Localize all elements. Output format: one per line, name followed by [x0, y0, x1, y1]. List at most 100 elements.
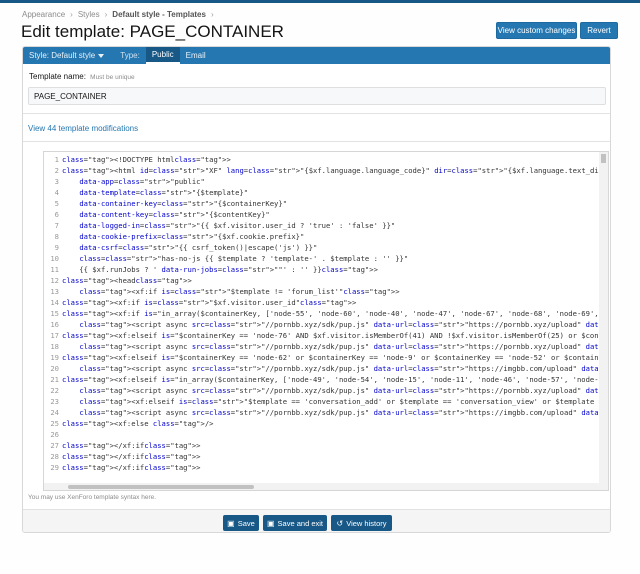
save-icon: ▣: [266, 518, 275, 528]
breadcrumb-separator-icon: ›: [210, 10, 214, 19]
line-number: 26: [50, 430, 59, 439]
breadcrumb-item-styles[interactable]: Styles: [78, 10, 100, 19]
line-number: 10: [50, 254, 59, 263]
line-number: 16: [50, 320, 59, 329]
line-number: 28: [50, 452, 59, 461]
code-line[interactable]: 23 class="tag"><xf:elseif is=class="str"…: [44, 396, 608, 407]
code-text: class="tag"><xf:else class="tag">/>: [62, 419, 214, 428]
code-text: class="tag"><xf:elseif is=class="str">"$…: [79, 397, 607, 406]
code-line[interactable]: 11 {{ $xf.runJobs ? ' data-run-jobs=clas…: [44, 264, 608, 275]
code-text: class="tag"><script async src=class="str…: [79, 342, 608, 351]
code-line[interactable]: 26: [44, 429, 608, 440]
code-line[interactable]: 17 class="tag"><xf:elseif is="$containerK…: [44, 330, 608, 341]
view-history-label: View history: [346, 518, 387, 528]
code-line[interactable]: 29 class="tag"></xf:ifclass="tag">>: [44, 462, 608, 473]
line-number: 4: [54, 188, 59, 197]
line-number: 11: [50, 265, 59, 274]
revert-button[interactable]: Revert: [580, 22, 618, 39]
line-number: 8: [54, 232, 59, 241]
horizontal-scroll-thumb[interactable]: [68, 485, 254, 489]
line-number: 1: [54, 155, 59, 164]
line-number: 25: [50, 419, 59, 428]
code-text: data-logged-in=class="str">"{{ $xf.visit…: [79, 221, 396, 230]
template-name-hint: Must be unique: [90, 74, 135, 81]
code-text: {{ $xf.runJobs ? ' data-run-jobs=class="…: [62, 265, 378, 274]
code-line[interactable]: 8 data-cookie-prefix=class="str">"{$xf.c…: [44, 231, 608, 242]
code-text: class="tag"><xf:if is=class="str">"$temp…: [79, 287, 400, 296]
line-number: 23: [50, 397, 59, 406]
code-text: class="tag"><headclass="tag">>: [62, 276, 192, 285]
code-line[interactable]: 13 class="tag"><xf:if is=class="str">"$t…: [44, 286, 608, 297]
line-number: 3: [54, 177, 59, 186]
history-icon: ↺: [336, 518, 344, 528]
code-line[interactable]: 2 class="tag"><html id=class="str">"XF" l…: [44, 165, 608, 176]
view-history-button[interactable]: ↺ View history: [331, 515, 392, 531]
template-edit-panel: Style: Default style Type: Public Email …: [22, 46, 611, 533]
code-text: class="tag"><script async src=class="str…: [79, 364, 608, 373]
code-line[interactable]: 20 class="tag"><script async src=class="…: [44, 363, 608, 374]
code-line[interactable]: 3 data-app=class="str">"public": [44, 176, 608, 187]
view-custom-changes-button[interactable]: View custom changes: [496, 22, 577, 39]
tab-public[interactable]: Public: [145, 47, 180, 64]
line-number: 15: [50, 309, 59, 318]
line-number: 24: [50, 408, 59, 417]
line-number: 29: [50, 463, 59, 472]
type-label: Type:: [120, 51, 140, 60]
line-number: 22: [50, 386, 59, 395]
tab-email[interactable]: Email: [180, 47, 212, 64]
code-line[interactable]: 16 class="tag"><script async src=class="…: [44, 319, 608, 330]
style-selector-label: Style: Default style: [29, 51, 96, 60]
line-number: 19: [50, 353, 59, 362]
code-line[interactable]: 15 class="tag"><xf:if is="in_array($conta…: [44, 308, 608, 319]
save-icon: ▣: [227, 518, 235, 528]
view-modifications-link[interactable]: View 44 template modifications: [28, 124, 138, 133]
code-line[interactable]: 7 data-logged-in=class="str">"{{ $xf.vis…: [44, 220, 608, 231]
template-name-input[interactable]: PAGE_CONTAINER: [28, 87, 606, 105]
vertical-scrollbar[interactable]: [599, 152, 608, 490]
line-number: 27: [50, 441, 59, 450]
code-line[interactable]: 18 class="tag"><script async src=class="…: [44, 341, 608, 352]
save-button[interactable]: ▣ Save: [223, 515, 259, 531]
code-line[interactable]: 6 data-content-key=class="str">"{$conten…: [44, 209, 608, 220]
template-name-label: Template name: Must be unique: [29, 72, 135, 81]
style-selector-tab[interactable]: Style: Default style: [23, 47, 110, 64]
code-text: class="tag"><script async src=class="str…: [79, 408, 608, 417]
code-line[interactable]: 28 class="tag"></xf:ifclass="tag">>: [44, 451, 608, 462]
code-line[interactable]: 1 class="tag"><!DOCTYPE htmlclass="tag">>: [44, 154, 608, 165]
code-text: class="tag"></xf:ifclass="tag">>: [62, 452, 201, 461]
code-line[interactable]: 27 class="tag"></xf:ifclass="tag">>: [44, 440, 608, 451]
line-number: 17: [50, 331, 59, 340]
code-text: class="tag"><xf:if is=class="str">"$xf.v…: [62, 298, 357, 307]
code-text: class="tag"><!DOCTYPE htmlclass="tag">>: [62, 155, 231, 164]
code-line[interactable]: 10 class=class="str">"has-no-js {{ $temp…: [44, 253, 608, 264]
code-line[interactable]: 9 data-csrf=class="str">"{{ csrf_token()…: [44, 242, 608, 253]
code-line[interactable]: 24 class="tag"><script async src=class="…: [44, 407, 608, 418]
code-line[interactable]: 4 data-template=class="str">"{$template}…: [44, 187, 608, 198]
save-and-exit-button[interactable]: ▣ Save and exit: [263, 515, 327, 531]
code-text: data-csrf=class="str">"{{ csrf_token()|e…: [79, 243, 318, 252]
code-line[interactable]: 14 class="tag"><xf:if is=class="str">"$xf…: [44, 297, 608, 308]
line-number: 20: [50, 364, 59, 373]
code-line[interactable]: 19 class="tag"><xf:elseif is="$containerK…: [44, 352, 608, 363]
line-number: 9: [54, 243, 59, 252]
code-line[interactable]: 21 class="tag"><xf:elseif is="in_array($c…: [44, 374, 608, 385]
line-number: 7: [54, 221, 59, 230]
syntax-hint: You may use XenForo template syntax here…: [28, 494, 157, 501]
line-number: 12: [50, 276, 59, 285]
code-text: data-template=class="str">"{$template}": [79, 188, 249, 197]
top-accent-bar: [0, 0, 640, 3]
code-line[interactable]: 22 class="tag"><script async src=class="…: [44, 385, 608, 396]
breadcrumb-separator-icon: ›: [104, 10, 108, 19]
line-number: 18: [50, 342, 59, 351]
line-number: 6: [54, 210, 59, 219]
vertical-scroll-thumb[interactable]: [601, 154, 606, 163]
code-line[interactable]: 12 class="tag"><headclass="tag">>: [44, 275, 608, 286]
code-text: class="tag"><script async src=class="str…: [79, 386, 608, 395]
caret-down-icon: [98, 53, 105, 58]
code-line[interactable]: 25 class="tag"><xf:else class="tag">/>: [44, 418, 608, 429]
code-editor[interactable]: 29 class="tag"></xf:ifclass="tag">> 28 clas…: [43, 151, 609, 491]
line-number: 2: [54, 166, 59, 175]
code-line[interactable]: 5 data-container-key=class="str">"{$cont…: [44, 198, 608, 209]
breadcrumb-item-templates[interactable]: Default style - Templates: [112, 10, 206, 19]
breadcrumb-item-appearance[interactable]: Appearance: [22, 10, 65, 19]
